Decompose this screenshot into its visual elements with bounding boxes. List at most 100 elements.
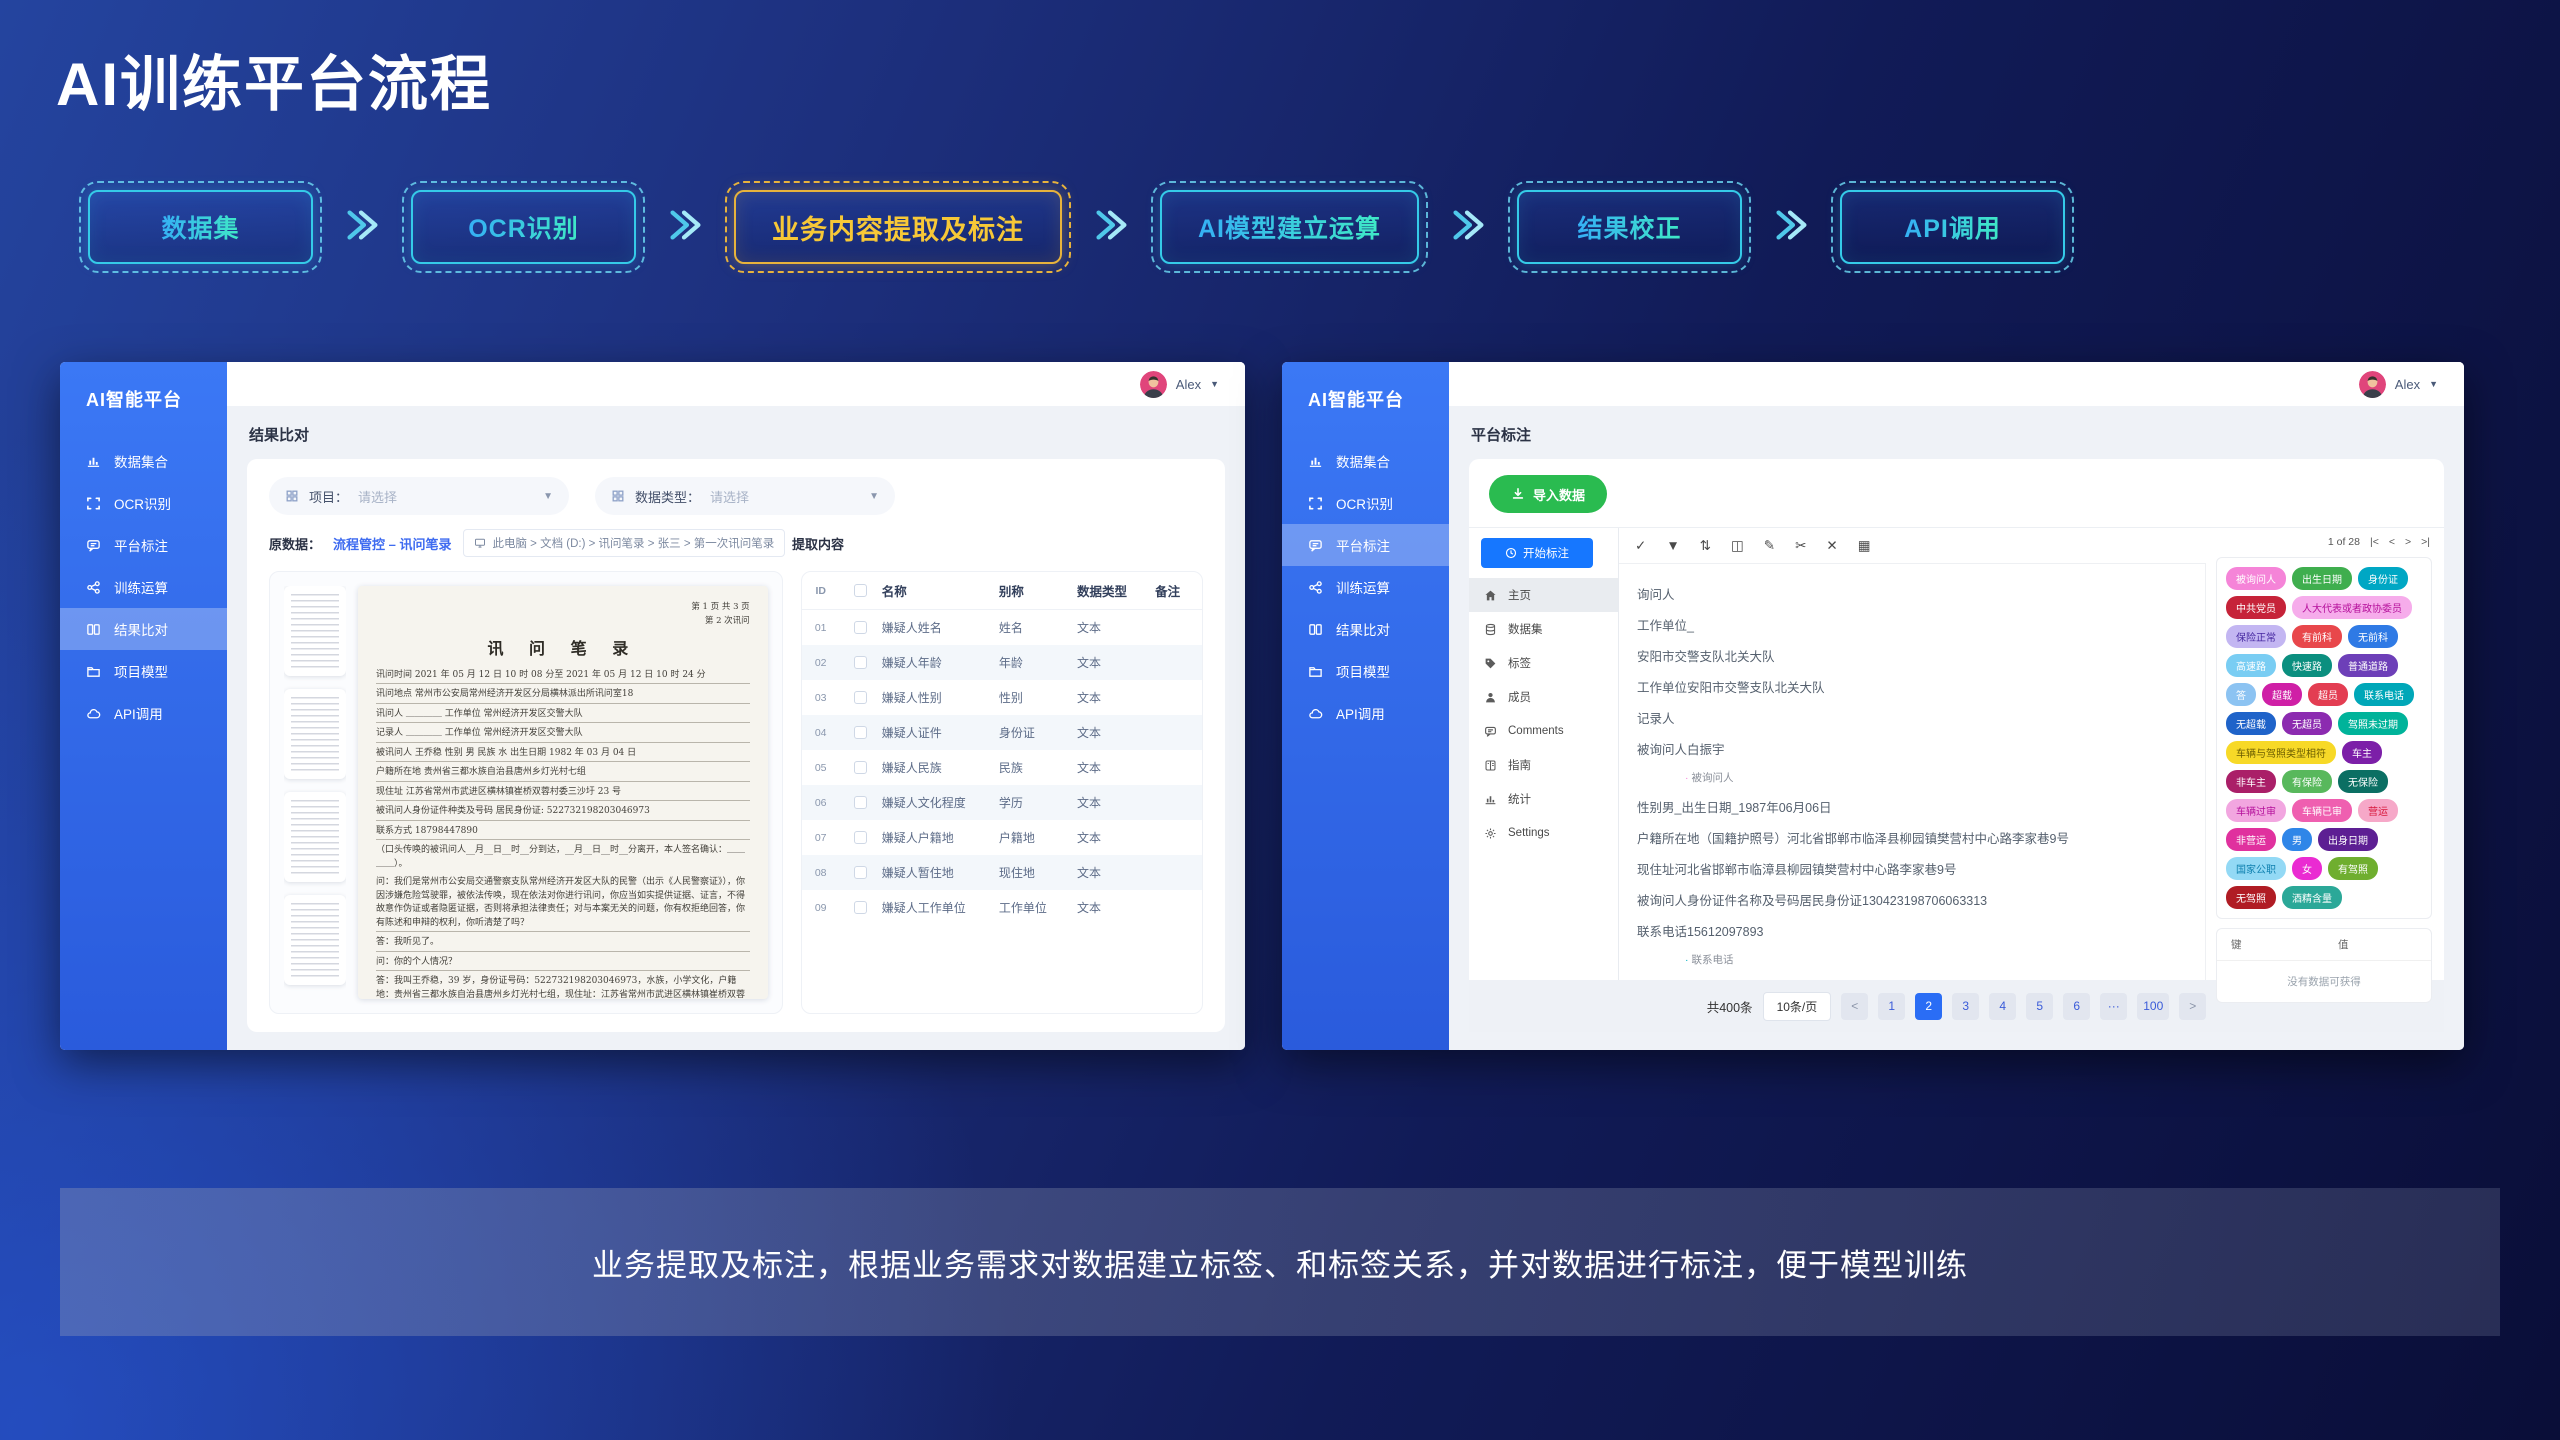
tag-pill[interactable]: 出生日期 xyxy=(2292,567,2352,590)
tag-pill[interactable]: 普通道路 xyxy=(2338,654,2398,677)
tag-pill[interactable]: 男 xyxy=(2282,828,2312,851)
nav-item-标签[interactable]: 标签 xyxy=(1469,646,1618,680)
breadcrumb[interactable]: 此电脑 > 文档 (D:) > 讯问笔录 > 张三 > 第一次讯问笔录 xyxy=(463,529,785,557)
filter-select-2[interactable]: 数据类型：请选择▼ xyxy=(595,477,895,515)
tag-pill[interactable]: 无前科 xyxy=(2348,625,2398,648)
avatar[interactable] xyxy=(1140,371,1167,398)
sidebar-item-OCR识别[interactable]: OCR识别 xyxy=(60,482,227,524)
tag-pill[interactable]: 国家公职 xyxy=(2226,857,2286,880)
per-page-select[interactable]: 10条/页 xyxy=(1763,992,1832,1021)
tag-pill[interactable]: 联系电话 xyxy=(2354,683,2414,706)
prev-page-button[interactable]: < xyxy=(1841,993,1868,1020)
nav-item-统计[interactable]: 统计 xyxy=(1469,782,1618,816)
sidebar-item-OCR识别[interactable]: OCR识别 xyxy=(1282,482,1449,524)
tag-pill[interactable]: 人大代表或者政协委员 xyxy=(2292,596,2412,619)
nav-item-指南[interactable]: 指南 xyxy=(1469,748,1618,782)
tag-pill[interactable]: 非车主 xyxy=(2226,770,2276,793)
flow-step-4[interactable]: AI模型建立运算 xyxy=(1160,190,1419,264)
tag-pill[interactable]: 车辆与驾照类型相符 xyxy=(2226,741,2336,764)
tag-pill[interactable]: 车主 xyxy=(2342,741,2382,764)
tag-pill[interactable]: 超载 xyxy=(2262,683,2302,706)
nav-item-Settings[interactable]: Settings xyxy=(1469,816,1618,850)
cut-icon[interactable]: ✂ xyxy=(1795,538,1806,554)
flow-step-6[interactable]: API调用 xyxy=(1840,190,2065,264)
tag-pill[interactable]: 驾照未过期 xyxy=(2338,712,2408,735)
page-thumbnail-1[interactable] xyxy=(284,586,346,676)
page-thumbnail-4[interactable] xyxy=(284,895,346,985)
import-data-button[interactable]: 导入数据 xyxy=(1489,475,1607,513)
ellipsis[interactable]: ··· xyxy=(2100,993,2127,1020)
next-page-icon[interactable]: > xyxy=(2405,536,2411,548)
row-checkbox[interactable] xyxy=(854,901,867,914)
flow-step-3[interactable]: 业务内容提取及标注 xyxy=(734,190,1062,264)
nav-item-主页[interactable]: 主页 xyxy=(1469,578,1618,612)
prev-page-icon[interactable]: < xyxy=(2389,536,2395,548)
nav-item-成员[interactable]: 成员 xyxy=(1469,680,1618,714)
row-checkbox[interactable] xyxy=(854,831,867,844)
tag-pill[interactable]: 无超载 xyxy=(2226,712,2276,735)
tag-pill[interactable]: 超员 xyxy=(2308,683,2348,706)
page-button-5[interactable]: 5 xyxy=(2026,993,2053,1020)
sort-icon[interactable]: ⇅ xyxy=(1700,538,1711,554)
page-button-4[interactable]: 4 xyxy=(1989,993,2016,1020)
check-icon[interactable]: ✓ xyxy=(1635,538,1646,554)
tag-pill[interactable]: 无保险 xyxy=(2338,770,2388,793)
filter-select-1[interactable]: 项目：请选择▼ xyxy=(269,477,569,515)
page-button-1[interactable]: 1 xyxy=(1878,993,1905,1020)
sidebar-item-训练运算[interactable]: 训练运算 xyxy=(60,566,227,608)
comment-icon[interactable]: ✎ xyxy=(1764,538,1775,554)
sidebar-item-API调用[interactable]: API调用 xyxy=(60,692,227,734)
tag-pill[interactable]: 女 xyxy=(2292,857,2322,880)
tag-pill[interactable]: 保险正常 xyxy=(2226,625,2286,648)
image-icon[interactable]: ▦ xyxy=(1858,538,1871,554)
tag-pill[interactable]: 高速路 xyxy=(2226,654,2276,677)
sidebar-item-平台标注[interactable]: 平台标注 xyxy=(60,524,227,566)
start-annotate-button[interactable]: 开始标注 xyxy=(1481,538,1593,568)
first-page-icon[interactable]: |< xyxy=(2370,536,2379,548)
tag-pill[interactable]: 快速路 xyxy=(2282,654,2332,677)
annotated-span[interactable]: 15612097893 xyxy=(1687,925,1763,940)
row-checkbox[interactable] xyxy=(854,621,867,634)
sidebar-item-平台标注[interactable]: 平台标注 xyxy=(1282,524,1449,566)
page-button-2[interactable]: 2 xyxy=(1915,993,1942,1020)
row-checkbox[interactable] xyxy=(854,691,867,704)
tag-pill[interactable]: 出身日期 xyxy=(2318,828,2378,851)
row-checkbox[interactable] xyxy=(854,726,867,739)
nav-item-Comments[interactable]: Comments xyxy=(1469,714,1618,748)
avatar[interactable] xyxy=(2359,371,2386,398)
filter-icon[interactable]: ▼ xyxy=(1666,538,1679,553)
flow-step-2[interactable]: OCR识别 xyxy=(411,190,636,264)
tag-pill[interactable]: 被询问人 xyxy=(2226,567,2286,590)
sidebar-item-数据集合[interactable]: 数据集合 xyxy=(1282,440,1449,482)
row-checkbox[interactable] xyxy=(854,796,867,809)
tag-pill[interactable]: 非营运 xyxy=(2226,828,2276,851)
tag-pill[interactable]: 酒精含量 xyxy=(2282,886,2342,909)
row-checkbox[interactable] xyxy=(854,761,867,774)
nav-item-数据集[interactable]: 数据集 xyxy=(1469,612,1618,646)
page-button-100[interactable]: 100 xyxy=(2137,993,2169,1020)
source-link[interactable]: 流程管控 – 讯问笔录 xyxy=(333,534,451,553)
sidebar-item-API调用[interactable]: API调用 xyxy=(1282,692,1449,734)
tag-pill[interactable]: 有驾照 xyxy=(2328,857,2378,880)
flow-step-1[interactable]: 数据集 xyxy=(88,190,313,264)
flow-step-5[interactable]: 结果校正 xyxy=(1517,190,1742,264)
tag-pill[interactable]: 有保险 xyxy=(2282,770,2332,793)
sidebar-item-项目模型[interactable]: 项目模型 xyxy=(1282,650,1449,692)
page-button-3[interactable]: 3 xyxy=(1952,993,1979,1020)
annotated-span[interactable]: 白振宇 xyxy=(1687,743,1725,758)
columns-icon[interactable]: ◫ xyxy=(1731,538,1744,554)
chevron-down-icon[interactable]: ▼ xyxy=(1210,379,1219,389)
page-thumbnail-3[interactable] xyxy=(284,792,346,882)
tag-pill[interactable]: 营运 xyxy=(2358,799,2398,822)
tag-pill[interactable]: 车辆已审 xyxy=(2292,799,2352,822)
tag-pill[interactable]: 中共党员 xyxy=(2226,596,2286,619)
tag-pill[interactable]: 答 xyxy=(2226,683,2256,706)
row-checkbox[interactable] xyxy=(854,656,867,669)
next-page-button[interactable]: > xyxy=(2179,993,2206,1020)
chevron-down-icon[interactable]: ▼ xyxy=(2429,379,2438,389)
tag-pill[interactable]: 有前科 xyxy=(2292,625,2342,648)
row-checkbox[interactable] xyxy=(854,866,867,879)
sidebar-item-结果比对[interactable]: 结果比对 xyxy=(60,608,227,650)
tag-pill[interactable]: 车辆过审 xyxy=(2226,799,2286,822)
page-button-6[interactable]: 6 xyxy=(2063,993,2090,1020)
